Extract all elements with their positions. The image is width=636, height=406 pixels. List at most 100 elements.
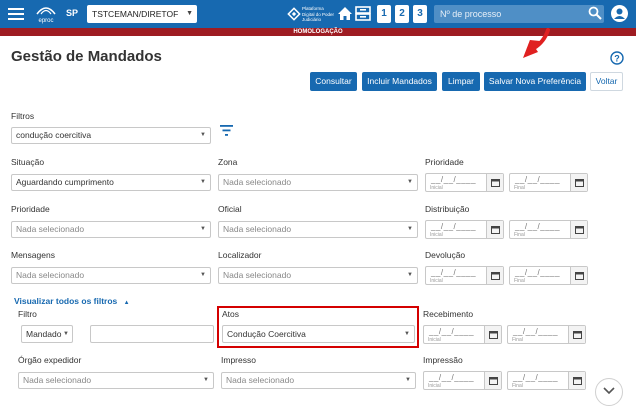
filter-icon[interactable] bbox=[220, 125, 233, 138]
chevron-down-icon: ▼ bbox=[200, 132, 206, 138]
distribuicao-start-date[interactable]: __/__/____ Inicial bbox=[425, 220, 504, 239]
filtro-type-select[interactable]: Mandado ▼ bbox=[21, 325, 73, 343]
inbox-icon[interactable] bbox=[355, 6, 371, 23]
filters-select-value: condução coercitiva bbox=[16, 130, 92, 140]
quick-access-2-button[interactable]: 2 bbox=[395, 5, 409, 23]
calendar-icon[interactable] bbox=[570, 174, 587, 191]
calendar-icon[interactable] bbox=[484, 372, 501, 389]
user-unit-select[interactable]: TSTCEMAN/DIRETOF ▼ bbox=[87, 5, 197, 23]
orgao-select[interactable]: Nada selecionado ▼ bbox=[18, 372, 214, 389]
chevron-down-icon: ▼ bbox=[203, 377, 209, 383]
calendar-icon[interactable] bbox=[486, 174, 503, 191]
impressao-label: Impressão bbox=[423, 355, 463, 365]
limpar-button[interactable]: Limpar bbox=[442, 72, 480, 91]
calendar-icon[interactable] bbox=[568, 372, 585, 389]
consultar-button[interactable]: Consultar bbox=[310, 72, 357, 91]
filtro-text-input[interactable] bbox=[90, 325, 214, 343]
mensagens-value: Nada selecionado bbox=[16, 270, 85, 280]
filters-select[interactable]: condução coercitiva ▼ bbox=[11, 127, 211, 144]
prioridade-select[interactable]: Nada selecionado ▼ bbox=[11, 221, 211, 238]
chevron-down-icon: ▼ bbox=[405, 377, 411, 383]
orgao-value: Nada selecionado bbox=[23, 375, 92, 385]
filters-label: Filtros bbox=[11, 111, 35, 121]
localizador-value: Nada selecionado bbox=[223, 270, 292, 280]
chevron-down-icon: ▼ bbox=[200, 272, 206, 278]
date-placeholder: __/__/____ bbox=[431, 222, 477, 231]
impressao-start-date[interactable]: __/__/____ Inicial bbox=[423, 371, 502, 390]
localizador-select[interactable]: Nada selecionado ▼ bbox=[218, 267, 418, 284]
search-icon[interactable] bbox=[588, 6, 602, 22]
calendar-icon[interactable] bbox=[486, 267, 503, 284]
user-avatar-icon[interactable] bbox=[611, 5, 628, 24]
date-start-label: Inicial bbox=[430, 232, 443, 238]
incluir-mandados-button[interactable]: Incluir Mandados bbox=[362, 72, 437, 91]
calendar-icon[interactable] bbox=[568, 326, 585, 343]
chevron-up-icon: ▲ bbox=[123, 300, 130, 306]
scroll-down-button[interactable] bbox=[595, 378, 623, 406]
date-end-label: Final bbox=[514, 278, 525, 284]
zona-label: Zona bbox=[218, 157, 238, 167]
zona-select[interactable]: Nada selecionado ▼ bbox=[218, 174, 418, 191]
annotation-arrow-icon bbox=[518, 28, 554, 70]
date-start-label: Inicial bbox=[430, 185, 443, 191]
calendar-icon[interactable] bbox=[484, 326, 501, 343]
situacao-label: Situação bbox=[11, 157, 45, 167]
impresso-value: Nada selecionado bbox=[226, 375, 295, 385]
help-icon[interactable]: ? bbox=[610, 51, 624, 67]
prioridade-date-label: Prioridade bbox=[425, 157, 464, 167]
orgao-label: Órgão expedidor bbox=[18, 355, 82, 365]
date-placeholder: __/__/____ bbox=[513, 327, 559, 336]
impresso-select[interactable]: Nada selecionado ▼ bbox=[221, 372, 416, 389]
process-search-input[interactable]: Nº de processo bbox=[434, 5, 604, 23]
distribuicao-label: Distribuição bbox=[425, 204, 470, 214]
date-placeholder: __/__/____ bbox=[515, 268, 561, 277]
region-label: SP bbox=[66, 8, 79, 18]
date-start-label: Inicial bbox=[428, 383, 441, 389]
highlight-box bbox=[217, 306, 419, 348]
voltar-button[interactable]: Voltar bbox=[590, 72, 623, 91]
prioridade-end-date[interactable]: __/__/____ Final bbox=[509, 173, 588, 192]
chevron-down-icon: ▼ bbox=[63, 331, 69, 337]
date-start-label: Inicial bbox=[428, 337, 441, 343]
chevron-down-icon: ▼ bbox=[407, 226, 413, 232]
situacao-select[interactable]: Aguardando cumprimento ▼ bbox=[11, 174, 211, 191]
impresso-label: Impresso bbox=[221, 355, 256, 365]
devolucao-end-date[interactable]: __/__/____ Final bbox=[509, 266, 588, 285]
distribuicao-end-date[interactable]: __/__/____ Final bbox=[509, 220, 588, 239]
calendar-icon[interactable] bbox=[486, 221, 503, 238]
chevron-down-icon: ▼ bbox=[200, 179, 206, 185]
chevron-down-icon: ▼ bbox=[407, 272, 413, 278]
oficial-select[interactable]: Nada selecionado ▼ bbox=[218, 221, 418, 238]
toggle-all-filters-link[interactable]: Visualizar todos os filtros ▲ bbox=[14, 296, 130, 306]
date-end-label: Final bbox=[512, 337, 523, 343]
prioridade-value: Nada selecionado bbox=[16, 224, 85, 234]
oficial-value: Nada selecionado bbox=[223, 224, 292, 234]
date-end-label: Final bbox=[512, 383, 523, 389]
process-search-placeholder: Nº de processo bbox=[440, 9, 502, 19]
user-unit-value: TSTCEMAN/DIRETOF bbox=[92, 9, 179, 19]
home-icon[interactable] bbox=[337, 6, 353, 23]
date-placeholder: __/__/____ bbox=[431, 268, 477, 277]
date-placeholder: __/__/____ bbox=[429, 327, 475, 336]
date-placeholder: __/__/____ bbox=[513, 373, 559, 382]
impressao-end-date[interactable]: __/__/____ Final bbox=[507, 371, 586, 390]
recebimento-end-date[interactable]: __/__/____ Final bbox=[507, 325, 586, 344]
calendar-icon[interactable] bbox=[570, 221, 587, 238]
toggle-all-filters-label: Visualizar todos os filtros bbox=[14, 296, 118, 306]
quick-access-3-button[interactable]: 3 bbox=[413, 5, 427, 23]
prioridade-start-date[interactable]: __/__/____ Inicial bbox=[425, 173, 504, 192]
date-placeholder: __/__/____ bbox=[429, 373, 475, 382]
devolucao-start-date[interactable]: __/__/____ Inicial bbox=[425, 266, 504, 285]
calendar-icon[interactable] bbox=[570, 267, 587, 284]
date-placeholder: __/__/____ bbox=[515, 222, 561, 231]
mensagens-select[interactable]: Nada selecionado ▼ bbox=[11, 267, 211, 284]
menu-icon[interactable] bbox=[8, 7, 24, 21]
chevron-down-icon: ▼ bbox=[407, 179, 413, 185]
localizador-label: Localizador bbox=[218, 250, 262, 260]
date-placeholder: __/__/____ bbox=[515, 175, 561, 184]
date-start-label: Inicial bbox=[430, 278, 443, 284]
quick-access-1-button[interactable]: 1 bbox=[377, 5, 391, 23]
salvar-preferencia-button[interactable]: Salvar Nova Preferência bbox=[484, 72, 586, 91]
chevron-down-icon: ▼ bbox=[186, 10, 193, 17]
recebimento-start-date[interactable]: __/__/____ Inicial bbox=[423, 325, 502, 344]
